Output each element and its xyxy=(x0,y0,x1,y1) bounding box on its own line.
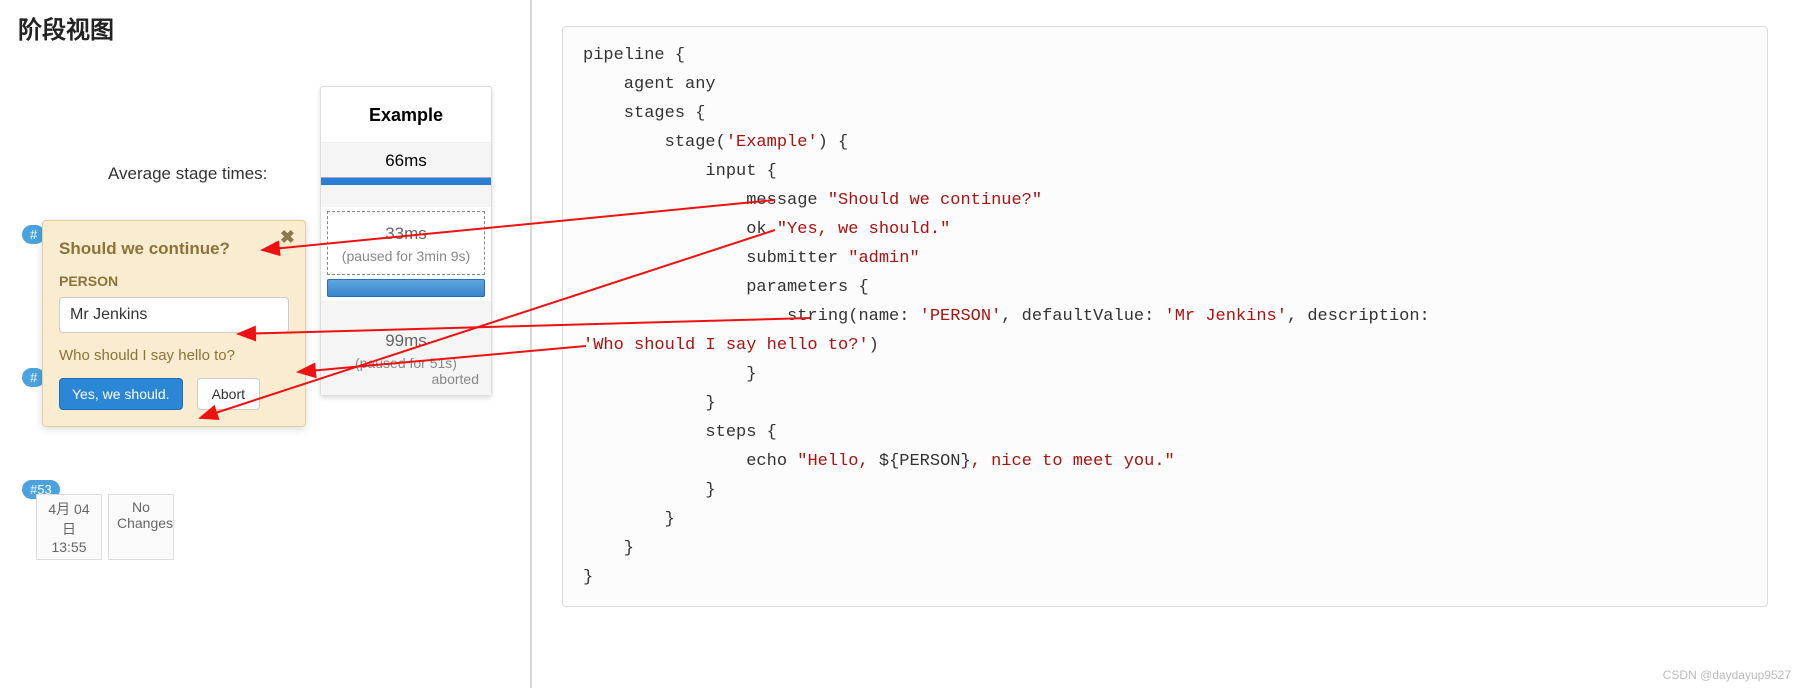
stage-run-1-paused: (paused for 3min 9s) xyxy=(332,248,480,264)
code-l7b: "Yes, we should." xyxy=(777,220,950,239)
code-l10d: 'Mr Jenkins' xyxy=(1165,307,1287,326)
code-l11a: 'Who should I say hello to?' xyxy=(583,336,869,355)
stage-run-1[interactable]: 33ms (paused for 3min 9s) xyxy=(327,211,485,275)
code-l10b: 'PERSON' xyxy=(920,307,1002,326)
stage-run-progress xyxy=(327,279,485,297)
code-l10a: string(name: xyxy=(583,307,920,326)
code-l14: steps { xyxy=(583,423,777,442)
code-l8b: "admin" xyxy=(848,249,919,268)
popup-param-label: PERSON xyxy=(59,273,289,289)
vertical-divider xyxy=(530,0,532,688)
code-l17: } xyxy=(583,510,675,529)
popup-title: Should we continue? xyxy=(59,239,289,259)
watermark: CSDN @daydayup9527 xyxy=(1663,668,1791,682)
person-input[interactable] xyxy=(59,297,289,333)
code-l4c: ) { xyxy=(818,133,849,152)
code-l8a: submitter xyxy=(583,249,848,268)
stage-gap xyxy=(321,301,491,321)
run-changes-line2: Changes xyxy=(117,515,165,531)
code-l4a: stage( xyxy=(583,133,726,152)
run-info-row: 4月 04 日 13:55 No Changes xyxy=(36,494,174,560)
stage-spacer xyxy=(321,185,491,207)
run-time: 13:55 xyxy=(45,539,93,555)
code-l10e: , description: xyxy=(1287,307,1440,326)
code-l2: agent any xyxy=(583,75,716,94)
abort-button[interactable]: Abort xyxy=(197,378,260,410)
code-l9: parameters { xyxy=(583,278,869,297)
code-l6a: message xyxy=(583,191,828,210)
stage-run-2-time: 99ms xyxy=(329,331,483,351)
code-l15a: echo xyxy=(583,452,797,471)
code-l3: stages { xyxy=(583,104,705,123)
code-l15d: , nice to meet you." xyxy=(971,452,1175,471)
code-l5: input { xyxy=(583,162,777,181)
page-title: 阶段视图 xyxy=(18,10,530,45)
code-l13: } xyxy=(583,394,716,413)
close-icon[interactable]: ✖ xyxy=(280,227,295,248)
stage-column: Example 66ms 33ms (paused for 3min 9s) 9… xyxy=(320,86,492,396)
code-l11b: ) xyxy=(869,336,879,355)
stage-progress-bar xyxy=(321,177,491,185)
stage-run-2-paused: (paused for 51s) xyxy=(329,355,483,371)
code-l1: pipeline { xyxy=(583,46,685,65)
popup-description: Who should I say hello to? xyxy=(59,347,289,364)
code-block: pipeline { agent any stages { stage('Exa… xyxy=(562,26,1768,607)
avg-stage-label: Average stage times: xyxy=(108,164,267,184)
stage-avg-time: 66ms xyxy=(321,143,491,177)
ok-button[interactable]: Yes, we should. xyxy=(59,378,183,410)
code-l6b: "Should we continue?" xyxy=(828,191,1042,210)
run-date-cell: 4月 04 日 13:55 xyxy=(36,494,102,560)
stage-run-2-status: aborted xyxy=(329,371,483,387)
run-date-line2: 日 xyxy=(45,519,93,539)
run-changes-cell[interactable]: No Changes xyxy=(108,494,174,560)
code-l15c: ${PERSON} xyxy=(879,452,971,471)
code-l15b: "Hello, xyxy=(797,452,879,471)
code-l7a: ok xyxy=(583,220,777,239)
code-l4b: 'Example' xyxy=(726,133,818,152)
stage-run-1-time: 33ms xyxy=(332,224,480,244)
code-l12: } xyxy=(583,365,756,384)
code-l10c: , defaultValue: xyxy=(1001,307,1164,326)
run-changes-line1: No xyxy=(117,499,165,515)
run-date-line1: 4月 04 xyxy=(45,499,93,519)
code-l16: } xyxy=(583,481,716,500)
input-popup: ✖ Should we continue? PERSON Who should … xyxy=(42,220,306,427)
stage-header: Example xyxy=(321,87,491,143)
stage-run-2[interactable]: 99ms (paused for 51s) aborted xyxy=(321,321,491,395)
code-l19: } xyxy=(583,568,593,587)
code-l18: } xyxy=(583,539,634,558)
